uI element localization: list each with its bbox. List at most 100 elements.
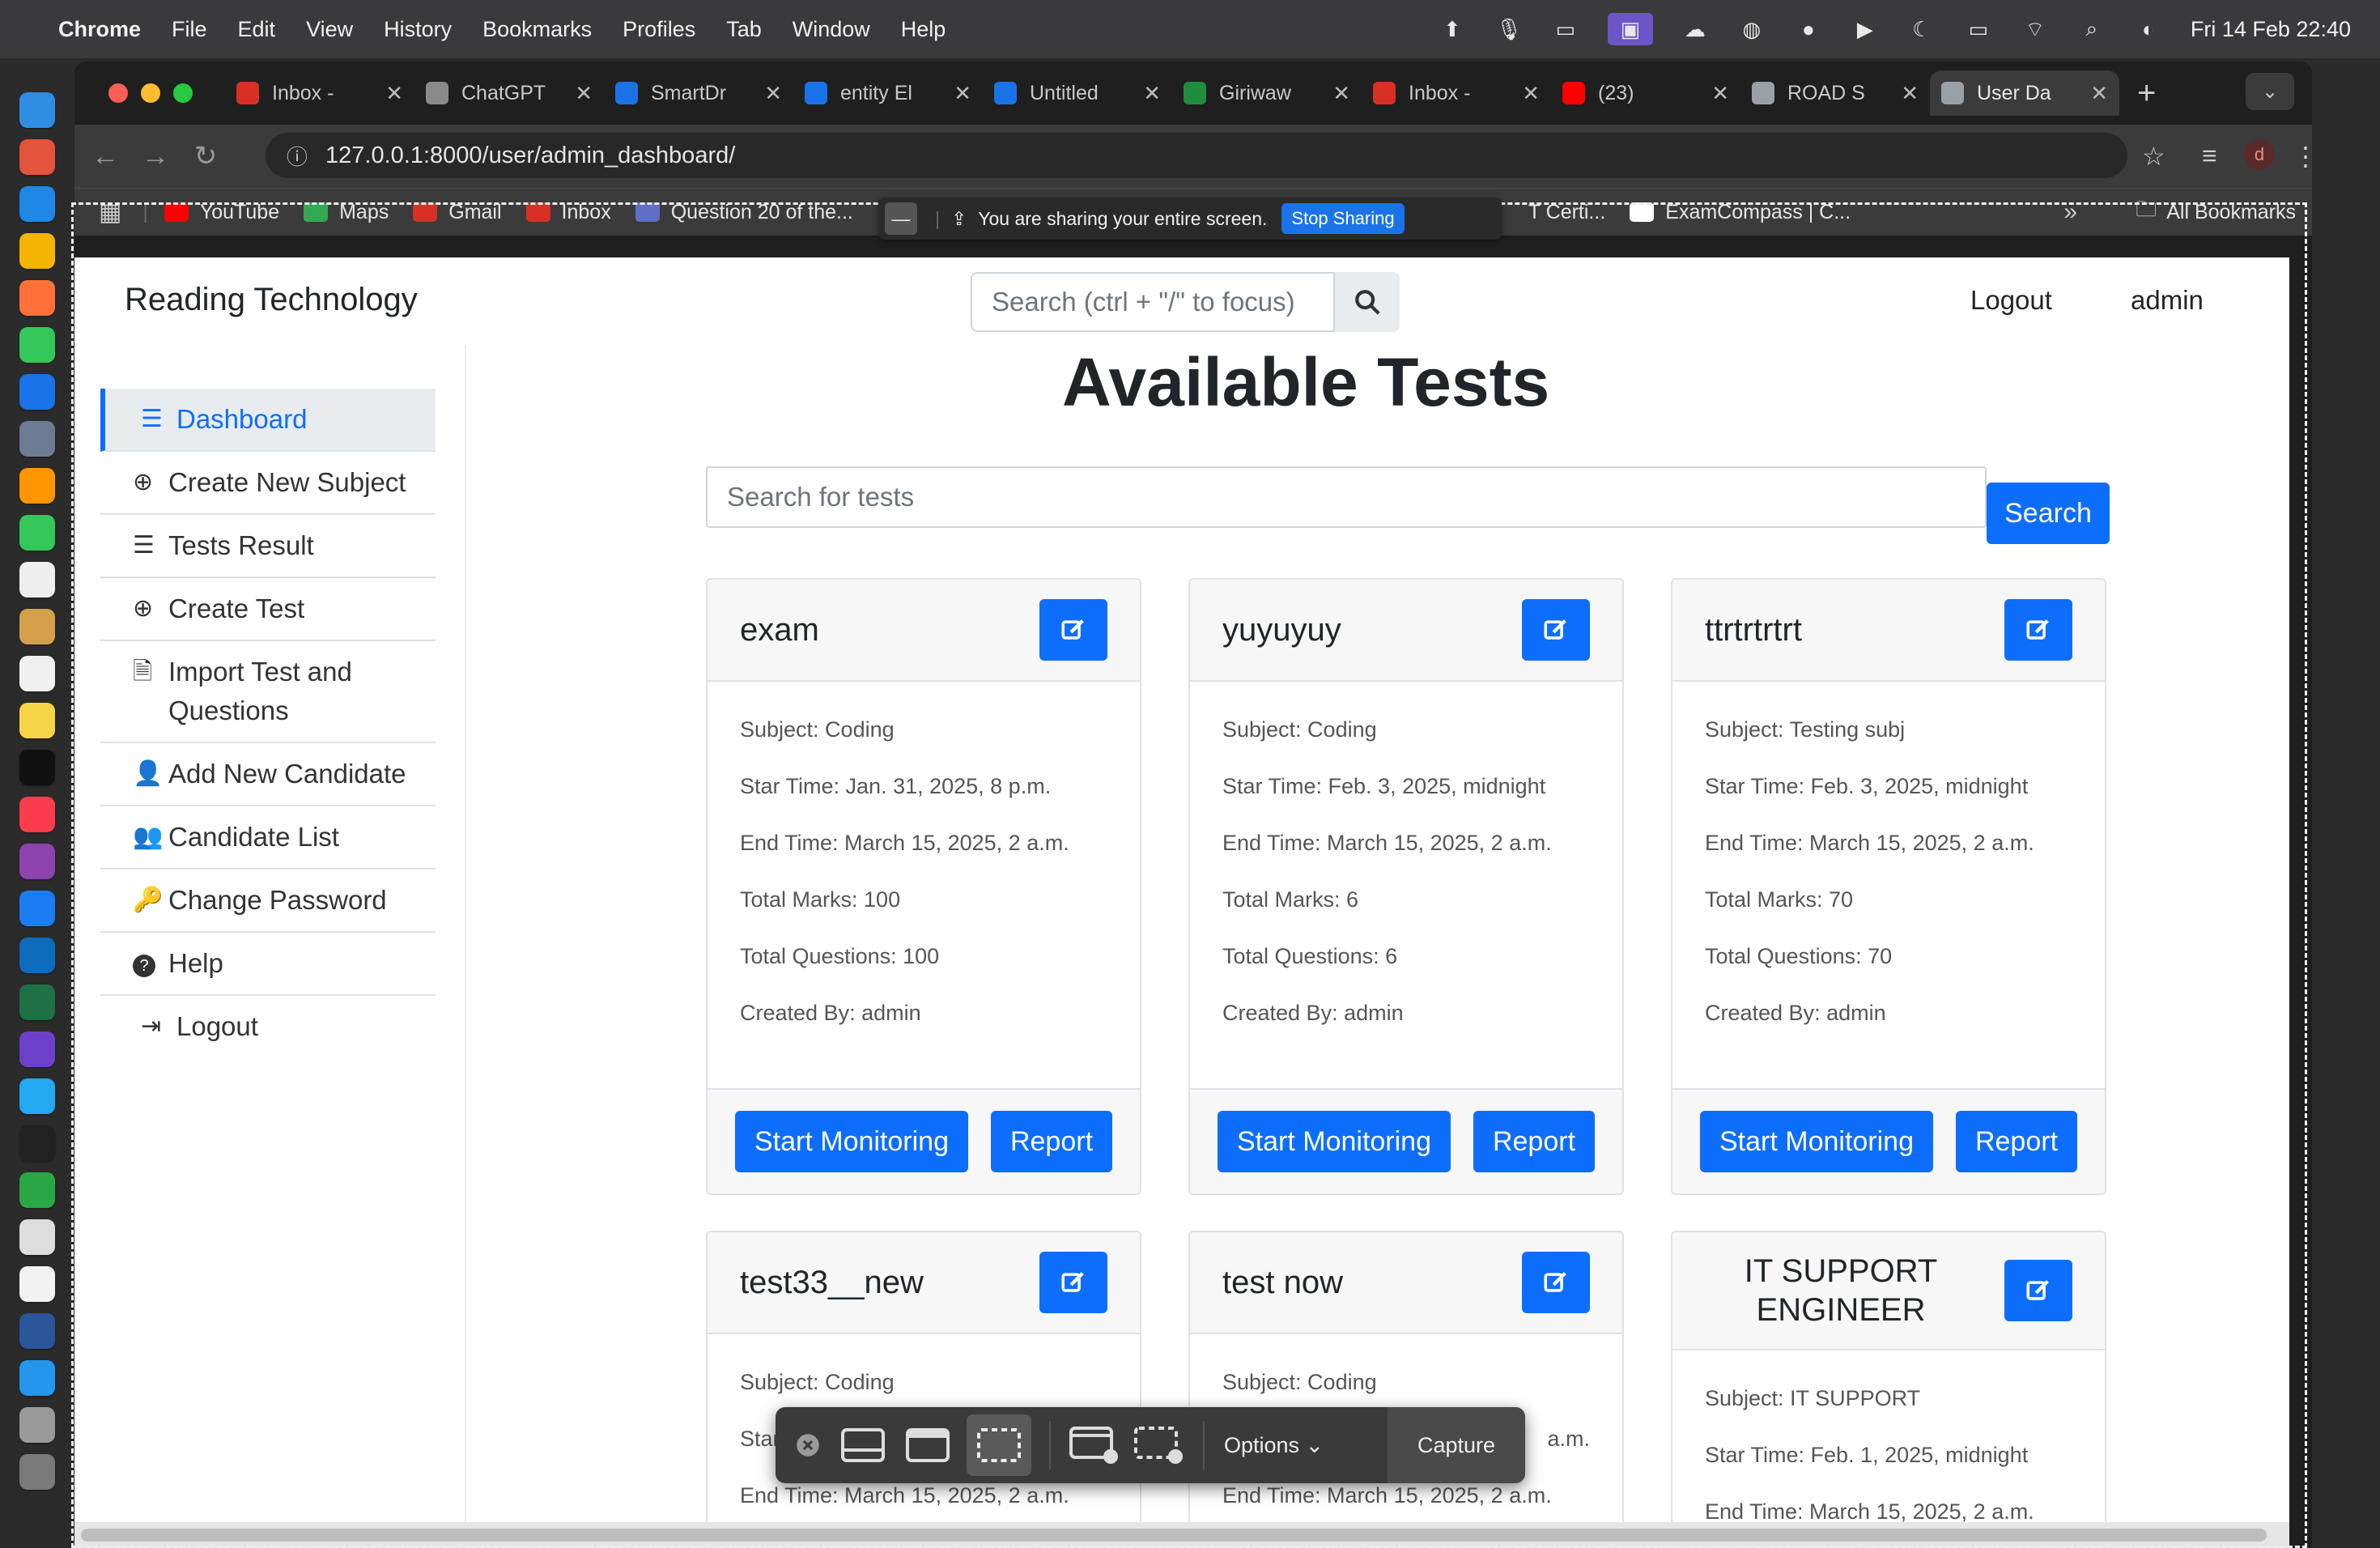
bookmark-item[interactable]: Gmail [413, 201, 502, 224]
moon-icon[interactable]: ☾ [1907, 17, 1936, 41]
site-info-icon[interactable]: ⓘ [287, 141, 308, 171]
browser-tab[interactable]: ROAD S ✕ [1740, 70, 1930, 116]
sidebar-item[interactable]: 🔑 Change Password [100, 870, 436, 933]
forward-button[interactable]: → [136, 141, 175, 172]
browser-tab[interactable]: Inbox - ✕ [1362, 70, 1551, 116]
sidebar-item[interactable]: ⇥ Logout [100, 996, 436, 1057]
close-window-button[interactable] [108, 83, 128, 103]
spotlight-search-icon[interactable]: ⌕ [2077, 16, 2106, 41]
bookmark-item[interactable]: YouTube [164, 201, 279, 224]
github-desktop-dock-icon[interactable] [19, 1031, 55, 1067]
microphone-icon[interactable]: 🎙 [1494, 17, 1524, 41]
close-toolbar-icon[interactable] [792, 1419, 824, 1471]
menu-file[interactable]: File [172, 17, 207, 42]
bookmark-item[interactable]: Inbox [525, 201, 611, 224]
menu-bar-clock[interactable]: Fri 14 Feb 22:40 [2191, 17, 2351, 42]
trash-dock-icon[interactable] [19, 1454, 55, 1490]
more-menu-icon[interactable]: ⋮ [2293, 141, 2312, 172]
close-tab-icon[interactable]: ✕ [1901, 81, 1919, 106]
weather-icon[interactable]: ☁ [1681, 17, 1710, 41]
menu-app-chrome[interactable]: Chrome [58, 17, 141, 42]
close-tab-icon[interactable]: ✕ [1143, 81, 1161, 106]
screen-mirroring-icon[interactable]: ▣ [1607, 13, 1653, 45]
menu-history[interactable]: History [384, 17, 452, 42]
address-bar[interactable]: ⓘ 127.0.0.1:8000/user/admin_dashboard/ [266, 133, 2127, 178]
maps-dock-icon[interactable] [19, 421, 55, 457]
browser-tab[interactable]: entity El ✕ [793, 70, 983, 116]
menu-tab[interactable]: Tab [726, 17, 762, 42]
chrome-dock-icon[interactable] [19, 233, 55, 269]
options-menu[interactable]: Options ⌄ [1224, 1433, 1324, 1458]
messages-dock-icon[interactable] [19, 327, 55, 363]
browser-tab[interactable]: User Da ✕ [1930, 70, 2119, 116]
globe-icon[interactable]: ◍ [1737, 17, 1766, 41]
menu-profiles[interactable]: Profiles [623, 17, 695, 42]
browser-tab[interactable]: (23) ✕ [1551, 70, 1740, 116]
excel-dock-icon[interactable] [19, 985, 55, 1020]
bookmark-item[interactable]: T Certi... [1492, 201, 1605, 224]
vscode-dock-icon[interactable] [19, 1078, 55, 1114]
browser-tab[interactable]: ChatGPT ✕ [414, 70, 604, 116]
close-tab-icon[interactable]: ✕ [1522, 81, 1540, 106]
play-icon[interactable]: ▶ [1851, 17, 1880, 41]
minimize-window-button[interactable] [141, 83, 160, 103]
sourcetree-dock-icon[interactable] [19, 1172, 55, 1208]
menu-bookmarks[interactable]: Bookmarks [482, 17, 592, 42]
nav-user-link[interactable]: admin [2131, 285, 2204, 316]
word-dock-icon[interactable] [19, 1313, 55, 1349]
contacts-dock-icon[interactable] [19, 609, 55, 644]
script-editor-dock-icon[interactable] [19, 1219, 55, 1255]
sidebar-item[interactable]: ? Help [100, 933, 436, 996]
capture-window-icon[interactable] [902, 1419, 954, 1471]
nav-logout-link[interactable]: Logout [1970, 285, 2052, 316]
report-button[interactable]: Report [1473, 1111, 1595, 1172]
horizontal-scrollbar[interactable] [74, 1522, 2289, 1548]
facetime-dock-icon[interactable] [19, 515, 55, 551]
menu-edit[interactable]: Edit [238, 17, 276, 42]
photos-dock-icon[interactable] [19, 468, 55, 504]
sidebar-item[interactable]: ☰ Tests Result [100, 515, 436, 578]
browser-tab[interactable]: Giriwaw ✕ [1172, 70, 1362, 116]
sidebar-item[interactable]: ☰ Dashboard [100, 389, 436, 452]
sidebar-item[interactable]: ⊕ Create New Subject [100, 452, 436, 515]
safari-dock-icon[interactable] [19, 186, 55, 222]
disk-utility-dock-icon[interactable] [19, 1407, 55, 1443]
edit-test-button[interactable] [2004, 599, 2072, 661]
edit-test-button[interactable] [2004, 1260, 2072, 1321]
record-selection-icon[interactable] [1133, 1419, 1185, 1471]
browser-tab[interactable]: SmartDr ✕ [604, 70, 793, 116]
start-monitoring-button[interactable]: Start Monitoring [735, 1111, 968, 1172]
github-icon[interactable]: ● [1794, 17, 1823, 41]
minimize-banner-button[interactable]: — [885, 202, 917, 235]
browser-tab[interactable]: Inbox - ✕ [225, 70, 414, 116]
scrollbar-thumb[interactable] [81, 1529, 2267, 1542]
close-tab-icon[interactable]: ✕ [2090, 81, 2108, 106]
firefox-dock-icon[interactable] [19, 280, 55, 316]
outlook-dock-icon[interactable] [19, 938, 55, 973]
report-button[interactable]: Report [1956, 1111, 2077, 1172]
site-search-button[interactable] [1335, 272, 1400, 332]
media-controls-icon[interactable]: ≡ [2202, 141, 2217, 171]
new-tab-button[interactable]: + [2137, 75, 2156, 112]
menu-window[interactable]: Window [793, 17, 870, 42]
start-monitoring-button[interactable]: Start Monitoring [1700, 1111, 1933, 1172]
close-tab-icon[interactable]: ✕ [954, 81, 971, 106]
site-search-input[interactable]: Search (ctrl + "/" to focus) [971, 272, 1335, 332]
close-tab-icon[interactable]: ✕ [764, 81, 782, 106]
reload-button[interactable]: ↻ [186, 140, 225, 172]
menu-view[interactable]: View [306, 17, 353, 42]
tv-dock-icon[interactable] [19, 750, 55, 785]
close-tab-icon[interactable]: ✕ [575, 81, 593, 106]
close-tab-icon[interactable]: ✕ [1332, 81, 1350, 106]
close-tab-icon[interactable]: ✕ [385, 81, 403, 106]
notes-dock-icon[interactable] [19, 703, 55, 738]
bookmark-item[interactable]: Maps [304, 201, 389, 224]
sidebar-item[interactable]: 👤 Add New Candidate [100, 743, 436, 806]
screen-share-status-icon[interactable]: ⬆ [1438, 17, 1467, 41]
capture-button[interactable]: Capture [1388, 1407, 1525, 1483]
all-bookmarks-folder[interactable]: 🗀 All Bookmarks [2136, 194, 2296, 230]
profile-avatar[interactable]: d [2244, 139, 2275, 170]
bookmark-item[interactable]: Question 20 of the... [635, 201, 853, 224]
stop-sharing-button[interactable]: Stop Sharing [1281, 203, 1405, 234]
app-store-dock-icon[interactable] [19, 891, 55, 926]
